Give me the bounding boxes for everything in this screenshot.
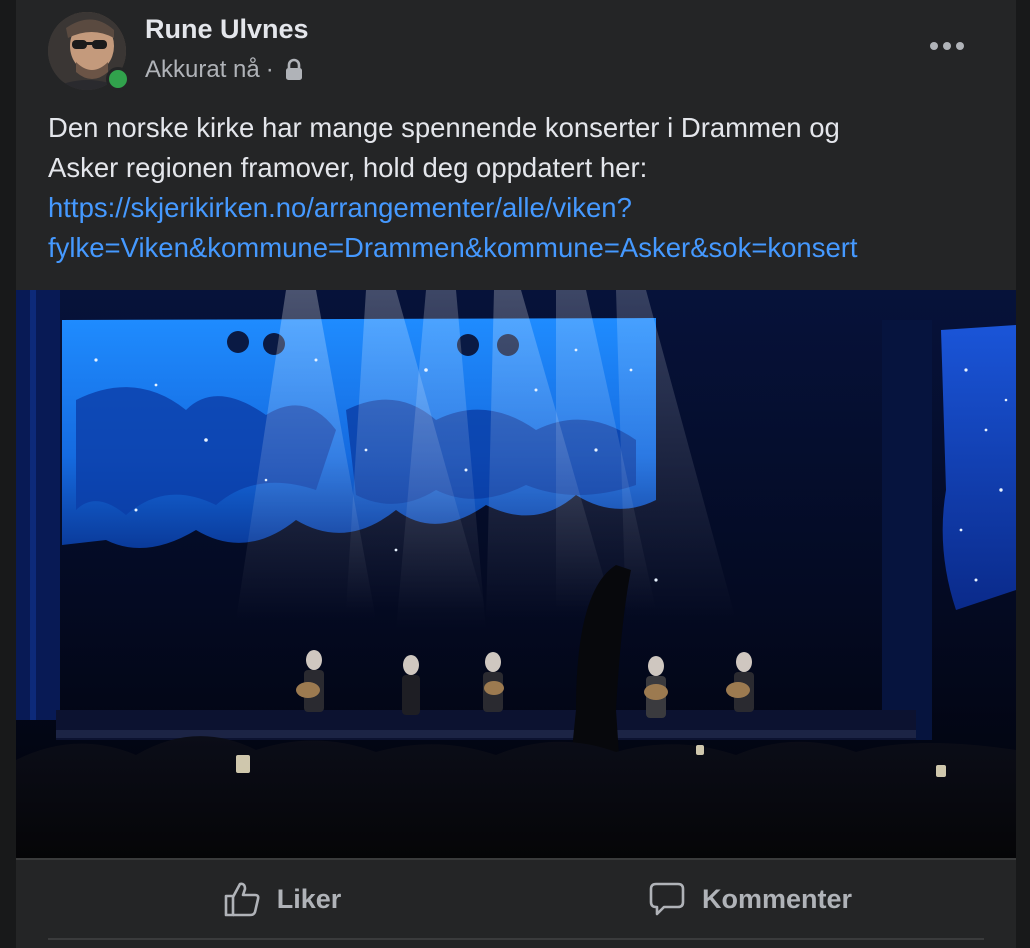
like-label: Liker <box>276 883 342 914</box>
post-link[interactable]: https://skjerikirken.no/arrangementer/al… <box>48 188 998 228</box>
photo-divider <box>16 858 1016 860</box>
feed-post: Rune Ulvnes Akkurat nå · Den norske kirk… <box>16 0 1016 948</box>
actions-divider <box>48 938 984 940</box>
lock-icon[interactable] <box>284 58 304 82</box>
post-text-line: Asker regionen framover, hold deg oppdat… <box>48 152 648 183</box>
post-text-line: Den norske kirke har mange spennende kon… <box>48 112 840 143</box>
comment-button[interactable]: Kommenter <box>516 866 984 932</box>
post-text: Den norske kirke har mange spennende kon… <box>48 108 998 268</box>
more-options-icon <box>930 42 964 50</box>
online-status-indicator <box>106 67 130 91</box>
concert-stage-photo <box>16 290 1016 858</box>
meta-separator: · <box>265 56 274 83</box>
like-button[interactable]: Liker <box>48 866 516 932</box>
post-link[interactable]: fylke=Viken&kommune=Drammen&kommune=Aske… <box>48 228 998 268</box>
post-timestamp[interactable]: Akkurat nå <box>145 56 260 84</box>
more-options-button[interactable] <box>922 26 972 66</box>
post-actions: Liker Kommenter <box>48 866 984 932</box>
post-photo[interactable] <box>16 290 1016 858</box>
comment-icon <box>649 882 685 916</box>
author-name[interactable]: Rune Ulvnes <box>145 14 309 45</box>
thumbs-up-icon <box>224 882 260 917</box>
comment-label: Kommenter <box>701 883 853 914</box>
post-meta: Akkurat nå · <box>145 56 304 84</box>
